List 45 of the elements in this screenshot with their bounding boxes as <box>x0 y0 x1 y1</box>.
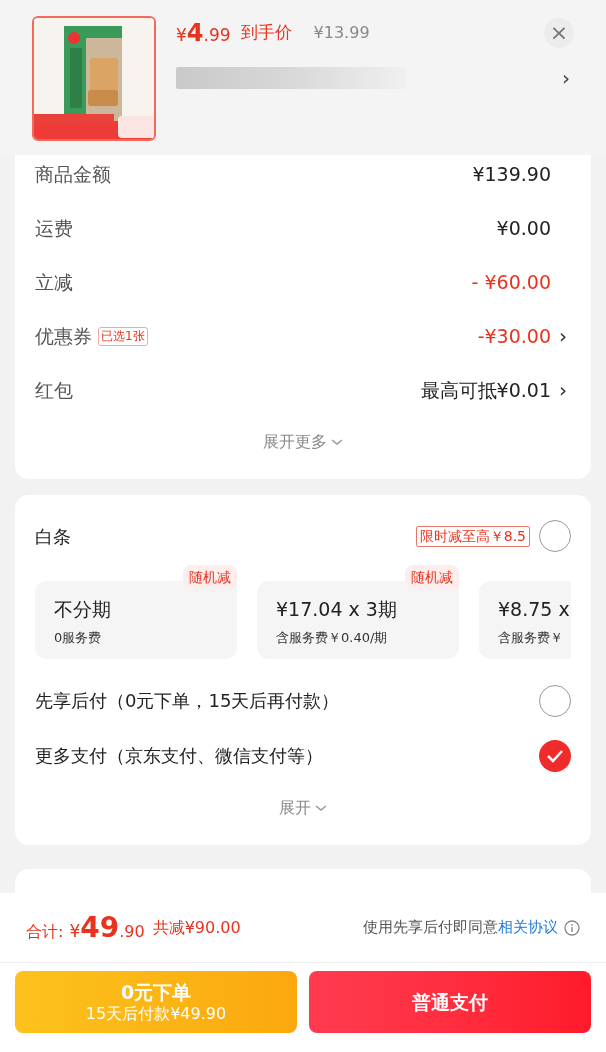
row-label: 优惠券 <box>35 323 92 349</box>
chevron-icon[interactable]: › <box>562 63 570 93</box>
random-discount-tag: 随机减 <box>183 565 237 589</box>
original-price: ¥13.99 <box>313 22 370 44</box>
agreement-link[interactable]: 相关协议 <box>498 916 558 939</box>
checked-radio[interactable] <box>539 739 571 772</box>
chevron-down-icon <box>315 804 327 812</box>
installment-card[interactable]: ¥8.75 x 含服务费￥ <box>479 581 571 659</box>
row-label: 立减 <box>35 269 73 295</box>
row-label: 运费 <box>35 215 73 241</box>
radio-button[interactable] <box>539 520 571 552</box>
close-button[interactable]: × <box>544 18 574 48</box>
chevron-down-icon <box>331 438 343 446</box>
row-label: 商品金额 <box>35 161 111 187</box>
agreement-text: 使用先享后付即同意 <box>363 917 498 939</box>
row-value: 最高可抵¥0.01 <box>420 377 551 403</box>
plan-title: 不分期 <box>54 597 112 622</box>
pay-button[interactable]: 普通支付 <box>309 971 591 1033</box>
plan-fee: 含服务费￥0.40/期 <box>276 628 389 647</box>
chevron-icon[interactable]: › <box>559 321 571 351</box>
promo-tag: 限时减至高￥8.5 <box>415 525 530 547</box>
plan-title: ¥17.04 x 3期 <box>276 597 398 622</box>
option-label: 先享后付（0元下单，15天后再付款） <box>35 689 340 713</box>
random-discount-tag: 随机减 <box>405 565 459 589</box>
plan-fee: 0服务费 <box>54 628 103 647</box>
saved-amount: 共减¥90.00 <box>152 916 241 939</box>
price: ¥4.99 <box>176 18 231 49</box>
chevron-icon[interactable]: › <box>559 375 571 405</box>
row-value: ¥0.00 <box>496 215 551 241</box>
row-value: -¥30.00 <box>477 323 551 349</box>
price-label: 到手价 <box>240 21 292 45</box>
row-value: ¥139.90 <box>472 161 551 187</box>
check-icon <box>546 748 564 763</box>
row-value: - ¥60.00 <box>471 269 551 295</box>
plan-fee: 含服务费￥ <box>498 628 564 647</box>
expand-more-button[interactable]: 展开更多 <box>263 430 343 454</box>
info-icon[interactable] <box>564 919 580 936</box>
expand-button[interactable]: 展开 <box>279 796 327 820</box>
coupon-tag: 已选1张 <box>98 326 148 346</box>
total-price: 合计: ¥49.90 <box>26 909 145 946</box>
plan-title: ¥8.75 x <box>498 597 571 622</box>
option-label: 更多支付（京东支付、微信支付等） <box>35 744 323 768</box>
radio-button[interactable] <box>539 684 571 717</box>
row-label: 红包 <box>35 377 73 403</box>
option-label: 白条 <box>35 524 71 549</box>
